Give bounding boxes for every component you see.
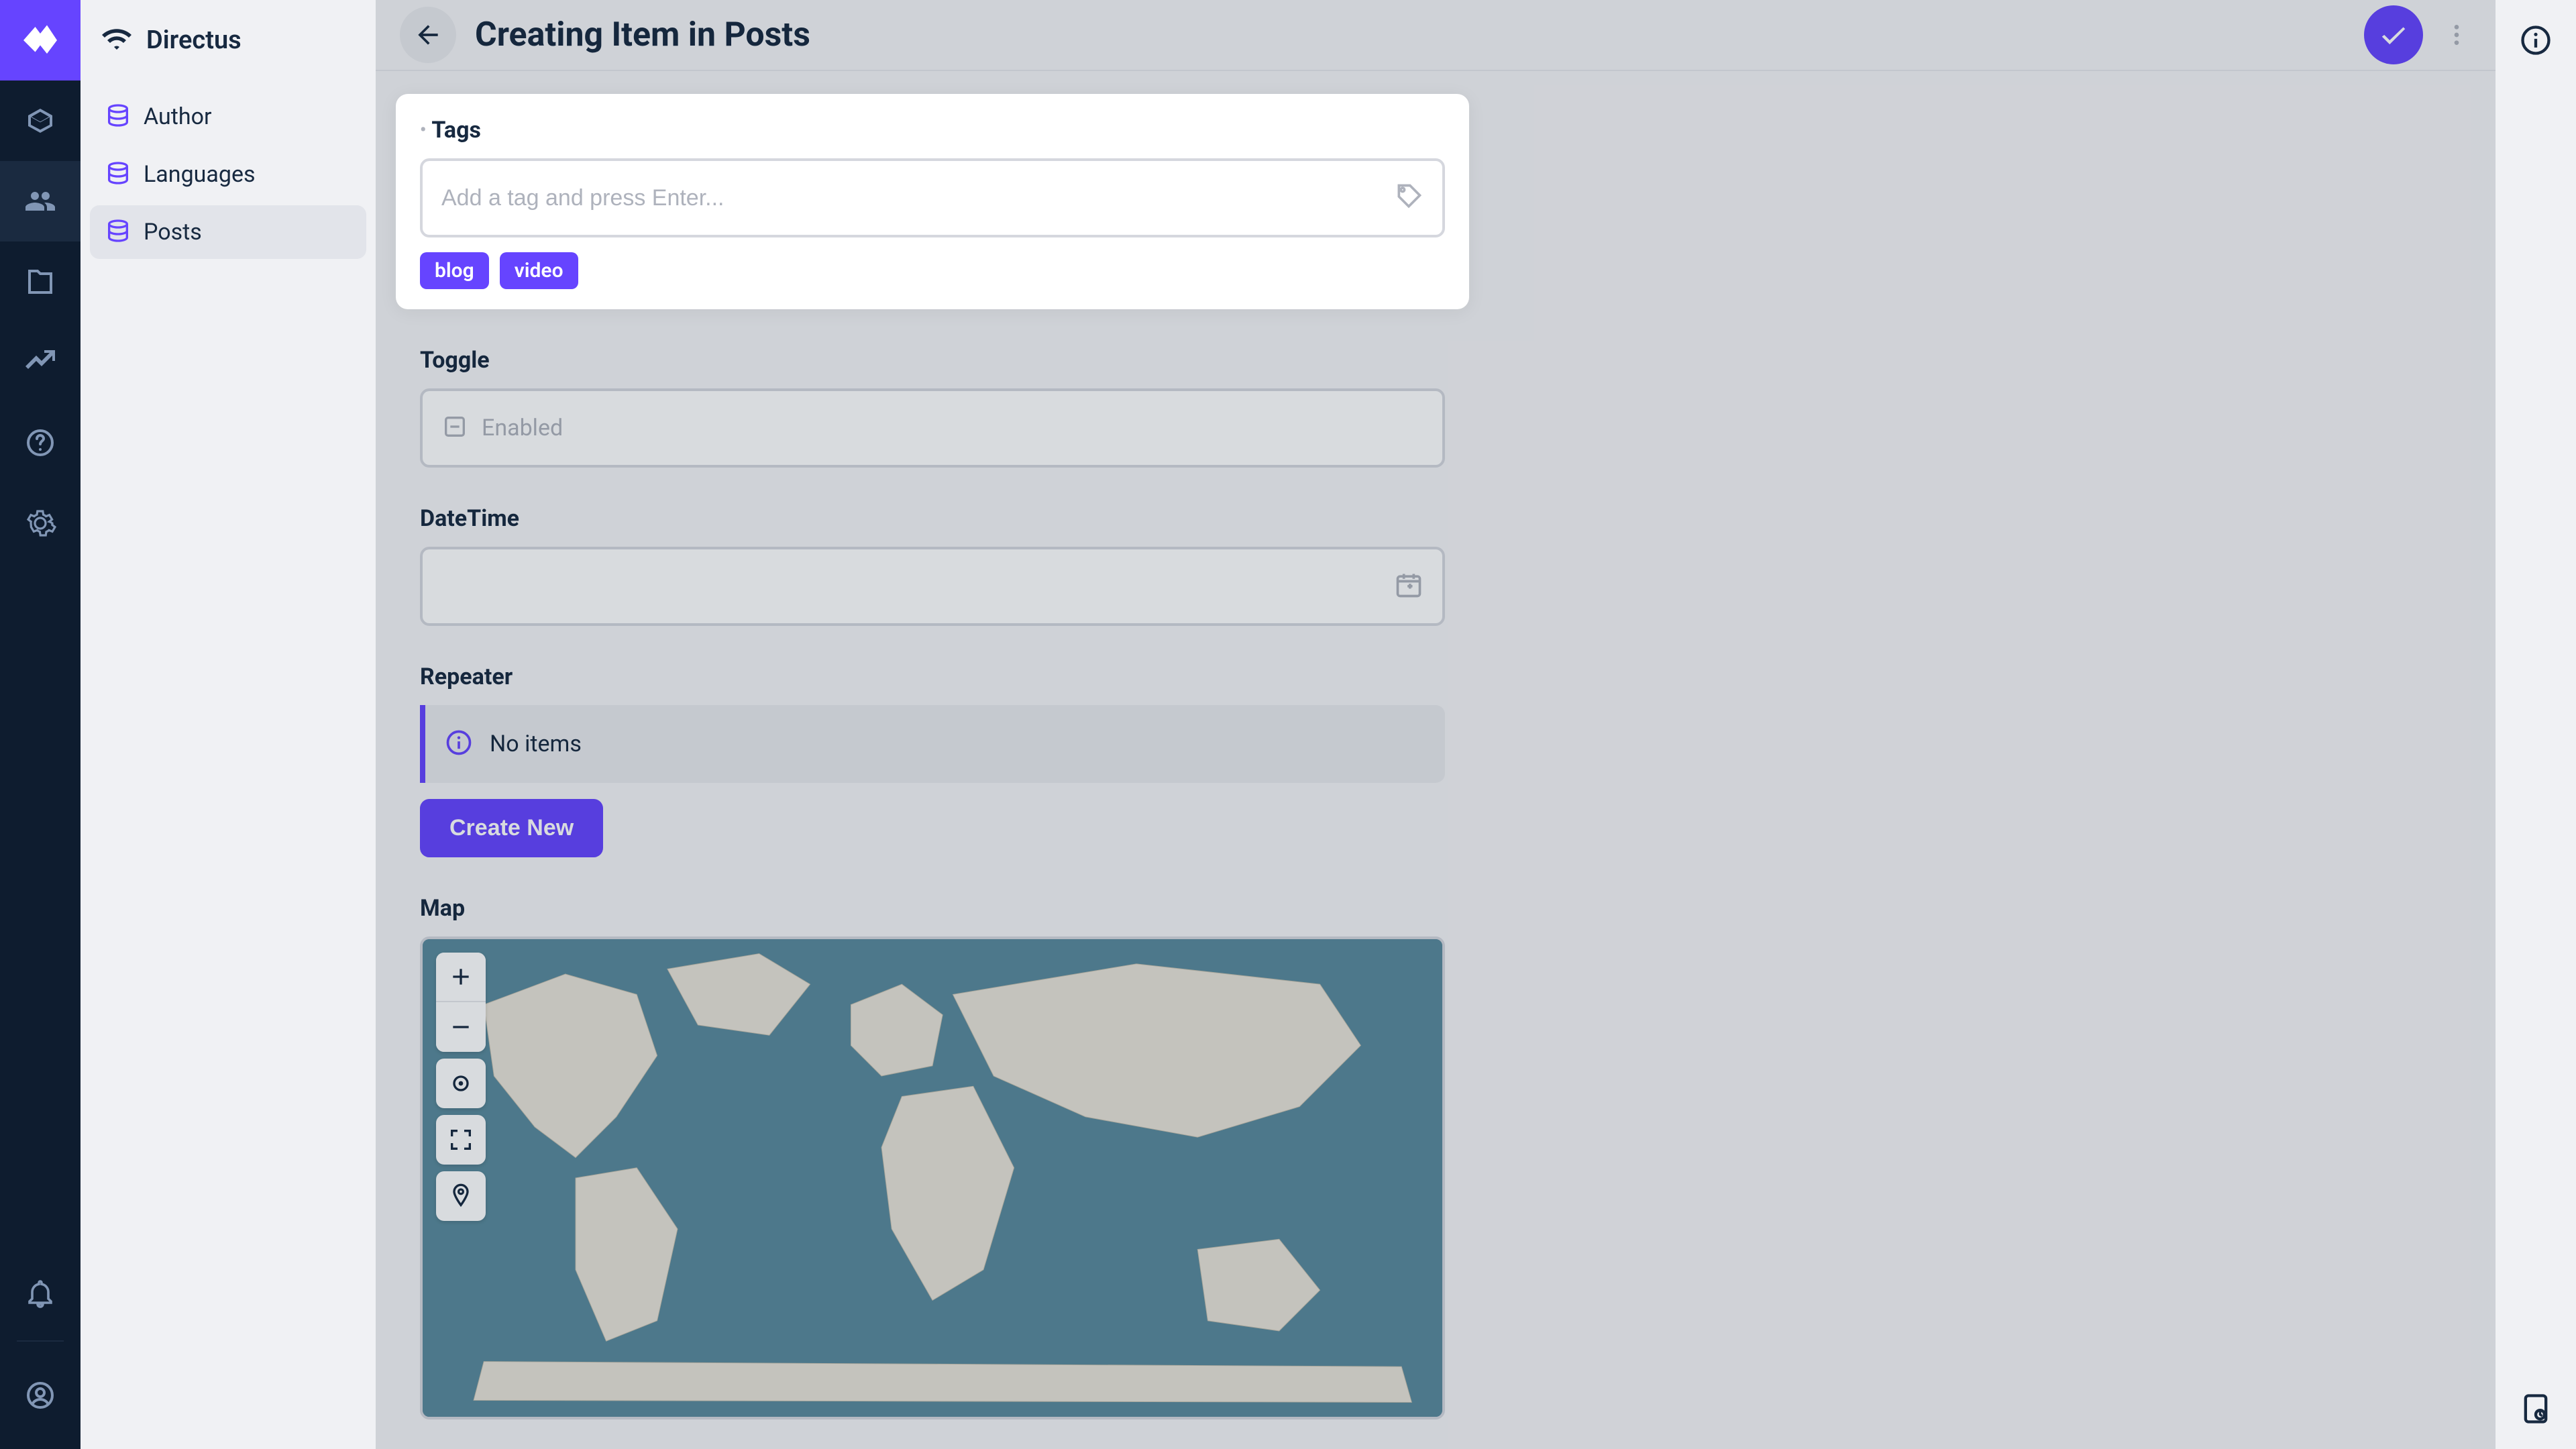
map-field: Map <box>420 895 1445 1419</box>
toggle-field: Toggle Enabled <box>420 347 1445 468</box>
map-zoom-out[interactable] <box>436 1002 486 1052</box>
brand-name: Directus <box>146 25 241 55</box>
sidebar-item-languages[interactable]: Languages <box>90 148 366 201</box>
calendar-icon <box>1394 570 1424 602</box>
datetime-label: DateTime <box>420 505 1445 532</box>
nav-rail <box>0 0 80 1449</box>
back-button[interactable] <box>400 7 456 63</box>
sidebar-item-label: Author <box>144 103 212 130</box>
rail-notifications[interactable] <box>0 1253 80 1334</box>
save-button[interactable] <box>2364 5 2423 64</box>
toggle-control[interactable]: Enabled <box>420 388 1445 468</box>
more-button[interactable] <box>2442 21 2471 48</box>
create-new-button[interactable]: Create New <box>420 799 603 857</box>
map-controls <box>436 953 486 1221</box>
sidebar-item-label: Posts <box>144 219 202 246</box>
sidebar-header: Directus <box>80 0 376 80</box>
map-zoom-in[interactable] <box>436 953 486 1002</box>
tag-icon <box>1394 182 1424 214</box>
database-icon <box>105 160 131 189</box>
sidebar-item-posts[interactable]: Posts <box>90 205 366 259</box>
repeater-label: Repeater <box>420 663 1445 690</box>
database-icon <box>105 102 131 131</box>
revisions-button[interactable] <box>2496 1368 2576 1449</box>
tags-input-container[interactable] <box>420 158 1445 237</box>
sidebar-item-label: Languages <box>144 161 256 188</box>
indeterminate-checkbox-icon <box>441 413 468 443</box>
toggle-label: Toggle <box>420 347 1445 374</box>
tags-input[interactable] <box>441 185 1394 211</box>
datetime-input[interactable] <box>420 547 1445 626</box>
tags-label: • Tags <box>420 117 1445 144</box>
toggle-text: Enabled <box>482 415 563 441</box>
map-locate[interactable] <box>436 1059 486 1108</box>
datetime-field: DateTime <box>420 505 1445 626</box>
rail-insights[interactable] <box>0 322 80 402</box>
repeater-empty-state: No items <box>420 705 1445 783</box>
collections-sidebar: Directus Author Languages Posts <box>80 0 376 1449</box>
rail-content[interactable] <box>0 80 80 161</box>
rail-help[interactable] <box>0 402 80 483</box>
tag-presets: blog video <box>420 252 1445 289</box>
tag-chip-blog[interactable]: blog <box>420 252 489 289</box>
map-pin[interactable] <box>436 1171 486 1221</box>
database-icon <box>105 217 131 247</box>
right-rail <box>2496 0 2576 1449</box>
repeater-field: Repeater No items Create New <box>420 663 1445 857</box>
map-fullscreen[interactable] <box>436 1115 486 1165</box>
drag-handle-icon: • <box>420 120 426 140</box>
rail-users[interactable] <box>0 161 80 241</box>
repeater-empty-text: No items <box>490 731 582 757</box>
info-button[interactable] <box>2496 0 2576 80</box>
rail-settings[interactable] <box>0 483 80 564</box>
wifi-icon <box>101 23 133 58</box>
map-canvas[interactable] <box>420 936 1445 1419</box>
main-panel: Creating Item in Posts • Tags <box>376 0 2496 1449</box>
sidebar-item-author[interactable]: Author <box>90 90 366 144</box>
rail-files[interactable] <box>0 241 80 322</box>
page-title: Creating Item in Posts <box>475 15 2345 54</box>
info-icon <box>444 728 474 760</box>
map-label: Map <box>420 895 1445 922</box>
brand-logo[interactable] <box>0 0 80 80</box>
tags-field-card: • Tags blog video <box>396 94 1469 309</box>
rail-account[interactable] <box>0 1355 80 1436</box>
topbar: Creating Item in Posts <box>376 0 2496 71</box>
tag-chip-video[interactable]: video <box>500 252 578 289</box>
